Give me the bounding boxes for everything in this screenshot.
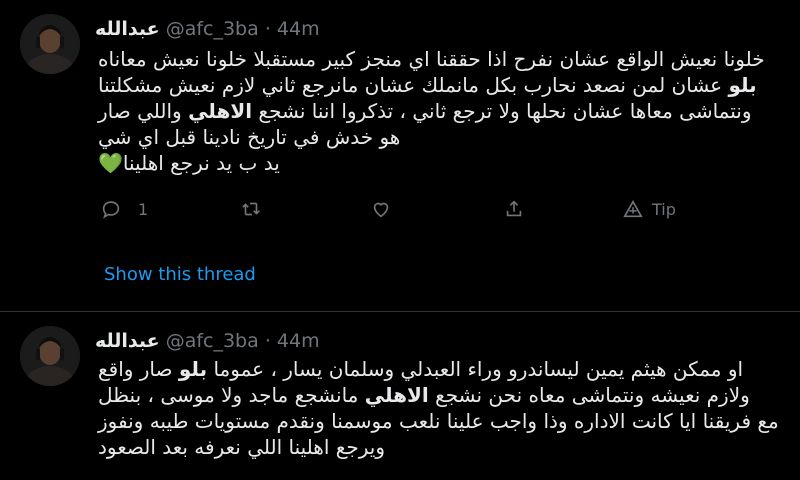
- reply-count: 1: [138, 199, 149, 219]
- tweet-line: ويرجع اهلينا اللي نعرفه بعد الصعود: [98, 434, 780, 460]
- tip-icon: [623, 199, 643, 218]
- text-segment: يد ب يد نرجع اهلينا: [122, 151, 280, 175]
- retweet-button[interactable]: [240, 198, 262, 220]
- timestamp[interactable]: 44m: [277, 18, 320, 40]
- text-segment: ويرجع اهلينا اللي نعرفه بعد الصعود: [98, 435, 386, 459]
- tweet-line: يد ب يد نرجع اهلينا💚: [98, 150, 780, 176]
- avatar[interactable]: [20, 14, 80, 74]
- tweet-line: هو خدش في تاريخ نادينا قبل اي شي: [98, 124, 780, 150]
- tweet-text: او ممكن هيثم يمين ليساندرو وراء العبدلي …: [98, 356, 780, 460]
- bold-text: بلو: [178, 357, 208, 381]
- green-heart-emoji: 💚: [98, 151, 123, 175]
- tweet-line: او ممكن هيثم يمين ليساندرو وراء العبدلي …: [98, 356, 780, 382]
- tweet-header: عبدالله @afc_3ba · 44m: [95, 329, 320, 353]
- text-segment: واللي صار: [98, 99, 189, 123]
- text-segment: هو خدش في تاريخ نادينا قبل اي شي: [98, 125, 401, 149]
- text-segment: مع فريقنا ايا كانت الاداره وذا واجب علين…: [98, 409, 779, 433]
- like-icon: [373, 202, 389, 218]
- separator-dot: ·: [264, 18, 271, 40]
- separator-dot: ·: [264, 330, 271, 352]
- tweet-actions: 1 Tip: [100, 198, 700, 228]
- text-segment: ونتماشى معاها عشان نحلها ولا ترجع ثاني ،…: [252, 99, 752, 123]
- text-segment: خلونا نعيش الواقع عشان نفرح اذا حققنا اي…: [98, 47, 765, 71]
- tweet-line: بلو عشان لمن نصعد نحارب بكل مانملك عشان …: [98, 72, 780, 98]
- author-name[interactable]: عبدالله: [95, 18, 160, 40]
- tweet[interactable]: عبدالله @afc_3ba · 44m او ممكن هيثم يمين…: [0, 312, 800, 480]
- tweet-line: خلونا نعيش الواقع عشان نفرح اذا حققنا اي…: [98, 46, 780, 72]
- share-button[interactable]: [503, 198, 525, 220]
- bold-text: الاهلي: [188, 99, 253, 123]
- bold-text: بلو: [728, 73, 757, 97]
- retweet-icon: [242, 202, 260, 216]
- text-segment: صار واقع: [98, 357, 179, 381]
- bold-text: الاهلي: [364, 383, 429, 407]
- share-icon: [506, 200, 522, 217]
- reply-button[interactable]: 1: [100, 198, 148, 220]
- like-button[interactable]: [370, 198, 392, 220]
- text-segment: او ممكن هيثم يمين ليساندرو وراء العبدلي …: [207, 357, 744, 381]
- author-name[interactable]: عبدالله: [95, 330, 160, 352]
- tweet-line: مع فريقنا ايا كانت الاداره وذا واجب علين…: [98, 408, 780, 434]
- text-segment: ولازم نعيشه ونتماشى معاه نحن نشجع: [428, 383, 750, 407]
- tweet-text: خلونا نعيش الواقع عشان نفرح اذا حققنا اي…: [98, 46, 780, 176]
- avatar[interactable]: [20, 326, 80, 386]
- tweet[interactable]: عبدالله @afc_3ba · 44m خلونا نعيش الواقع…: [0, 0, 800, 311]
- text-segment: عشان لمن نصعد نحارب بكل مانملك عشان مانر…: [98, 73, 729, 97]
- text-segment: مانشجع ماجد ولا موسى ، بنظل: [98, 383, 365, 407]
- author-handle[interactable]: @afc_3ba: [166, 330, 259, 352]
- reply-icon: [102, 201, 120, 219]
- timestamp[interactable]: 44m: [277, 330, 320, 352]
- tip-label: Tip: [652, 199, 676, 219]
- tweet-line: ولازم نعيشه ونتماشى معاه نحن نشجع الاهلي…: [98, 382, 780, 408]
- tweet-header: عبدالله @afc_3ba · 44m: [95, 17, 320, 41]
- tip-button[interactable]: Tip: [622, 198, 676, 220]
- tweet-line: ونتماشى معاها عشان نحلها ولا ترجع ثاني ،…: [98, 98, 780, 124]
- author-handle[interactable]: @afc_3ba: [166, 18, 259, 40]
- show-thread-link[interactable]: Show this thread: [104, 264, 256, 285]
